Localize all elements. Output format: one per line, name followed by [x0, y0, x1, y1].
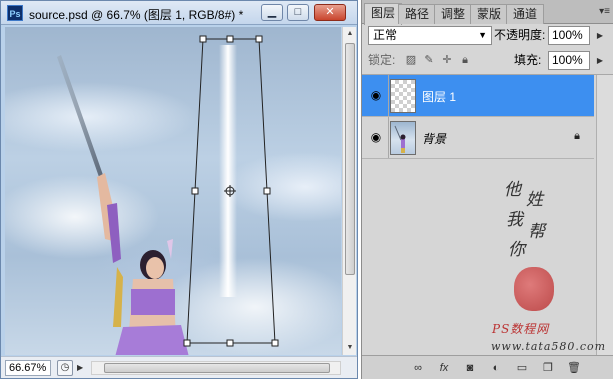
document-title: source.psd @ 66.7% (图层 1, RGB/8#) *: [29, 8, 244, 22]
image-canvas[interactable]: [5, 27, 341, 355]
opacity-label: 不透明度:: [494, 28, 546, 42]
layer-row-background[interactable]: ◉ 背景 🔒︎: [362, 117, 594, 159]
hscroll-thumb[interactable]: [104, 363, 330, 373]
lock-label: 锁定:: [368, 53, 396, 67]
signature-char: 我: [506, 210, 523, 230]
tab-paths[interactable]: 路径: [398, 4, 437, 24]
signature-char: 帮: [528, 222, 545, 242]
layer-name[interactable]: 背景: [422, 130, 446, 147]
canvas-artwork: [57, 35, 279, 355]
scroll-down-icon[interactable]: ▼: [343, 341, 357, 355]
divider: [388, 117, 389, 158]
signature-char: 他: [504, 180, 521, 200]
maximize-icon: □: [294, 6, 302, 18]
site-credit: PS数程网: [492, 322, 550, 336]
document-titlebar[interactable]: Ps source.psd @ 66.7% (图层 1, RGB/8#) * ▁…: [1, 1, 357, 25]
tab-channels[interactable]: 通道: [506, 4, 545, 24]
new-layer-icon[interactable]: ❐: [540, 360, 556, 376]
layer-thumbnail: [390, 121, 416, 155]
opacity-stepper-icon[interactable]: ▶: [594, 26, 606, 45]
layer-name[interactable]: 图层 1: [422, 88, 456, 105]
scroll-up-icon[interactable]: ▲: [343, 27, 357, 41]
adjustment-layer-icon[interactable]: ◐: [488, 360, 504, 376]
blend-opacity-row: 正常 ▼ 不透明度: 100% ▶: [366, 26, 610, 46]
lock-position-icon[interactable]: ✛: [440, 53, 454, 67]
maximize-button[interactable]: □: [287, 4, 309, 21]
layers-panel: 图层 路径 调整 蒙版 通道 ▾≡ 正常 ▼ 不透明度: 100% ▶ 锁定: …: [361, 0, 613, 379]
lock-fill-row: 锁定: ▨ ✎ ✛ 🔒︎ 填充: 100% ▶: [366, 51, 610, 71]
eye-icon[interactable]: ◉: [368, 130, 384, 144]
thumbnail-figure: [394, 125, 406, 153]
zoom-field[interactable]: 66.67%: [5, 360, 51, 376]
tab-masks[interactable]: 蒙版: [470, 4, 509, 24]
sword-blade: [57, 55, 103, 177]
blend-mode-select[interactable]: 正常 ▼: [368, 26, 492, 45]
fill-field[interactable]: 100%: [548, 51, 590, 70]
close-button[interactable]: ✕: [314, 4, 346, 21]
fx-icon[interactable]: fx: [436, 360, 452, 376]
scroll-thumb[interactable]: [345, 43, 355, 275]
lock-image-icon[interactable]: ✎: [422, 53, 436, 67]
chevron-down-icon: ▼: [478, 30, 487, 40]
seal-stamp: [514, 267, 554, 311]
add-mask-icon[interactable]: ◙: [462, 360, 478, 376]
tab-adjustments[interactable]: 调整: [434, 4, 473, 24]
signature-char: 姓: [526, 190, 543, 210]
lock-icon: 🔒︎: [574, 130, 580, 142]
lock-transparency-icon[interactable]: ▨: [404, 53, 418, 67]
layer-row-layer1[interactable]: ◉ 图层 1: [362, 75, 594, 117]
link-layers-icon[interactable]: ∞: [410, 360, 426, 376]
minimize-button[interactable]: ▁: [261, 4, 283, 21]
lock-all-icon[interactable]: 🔒︎: [458, 53, 472, 67]
layers-bottom-bar: ∞ fx ◙ ◐ ▭ ❐ 🗑︎: [362, 355, 613, 379]
fill-label: 填充:: [514, 53, 542, 67]
status-bar: 66.67% ◷ ▶: [1, 356, 357, 378]
site-url: www.tata580.com: [491, 340, 607, 353]
status-menu-arrow-icon[interactable]: ▶: [77, 363, 83, 372]
light-beam: [219, 45, 237, 297]
panel-tabs: 图层 路径 调整 蒙版 通道 ▾≡: [362, 0, 613, 25]
new-group-icon[interactable]: ▭: [514, 360, 530, 376]
layers-list: ◉ 图层 1 ◉ 背景 🔒︎ 他 姓 我 帮 你 PS数程网: [362, 74, 613, 355]
document-window: Ps source.psd @ 66.7% (图层 1, RGB/8#) * ▁…: [0, 0, 358, 379]
tab-layers[interactable]: 图层: [364, 3, 403, 25]
canvas-vertical-scrollbar[interactable]: ▲ ▼: [342, 27, 356, 355]
panel-menu-icon[interactable]: ▾≡: [599, 6, 610, 17]
divider: [388, 75, 389, 116]
signature-char: 你: [508, 240, 525, 260]
signature-watermark: 他 姓 我 帮 你 PS数程网: [492, 175, 602, 345]
minimize-icon: ▁: [267, 6, 277, 18]
warrior-figure: [97, 173, 189, 355]
close-icon: ✕: [325, 6, 335, 18]
fill-stepper-icon[interactable]: ▶: [594, 51, 606, 70]
photoshop-app-icon: Ps: [7, 5, 23, 21]
layer-thumbnail: [390, 79, 416, 113]
canvas-horizontal-scrollbar[interactable]: [91, 361, 341, 375]
document-info-icon[interactable]: ◷: [57, 360, 73, 376]
opacity-field[interactable]: 100%: [548, 26, 590, 45]
eye-icon[interactable]: ◉: [368, 88, 384, 102]
blend-mode-value: 正常: [373, 28, 398, 42]
delete-layer-icon[interactable]: 🗑︎: [566, 360, 582, 376]
